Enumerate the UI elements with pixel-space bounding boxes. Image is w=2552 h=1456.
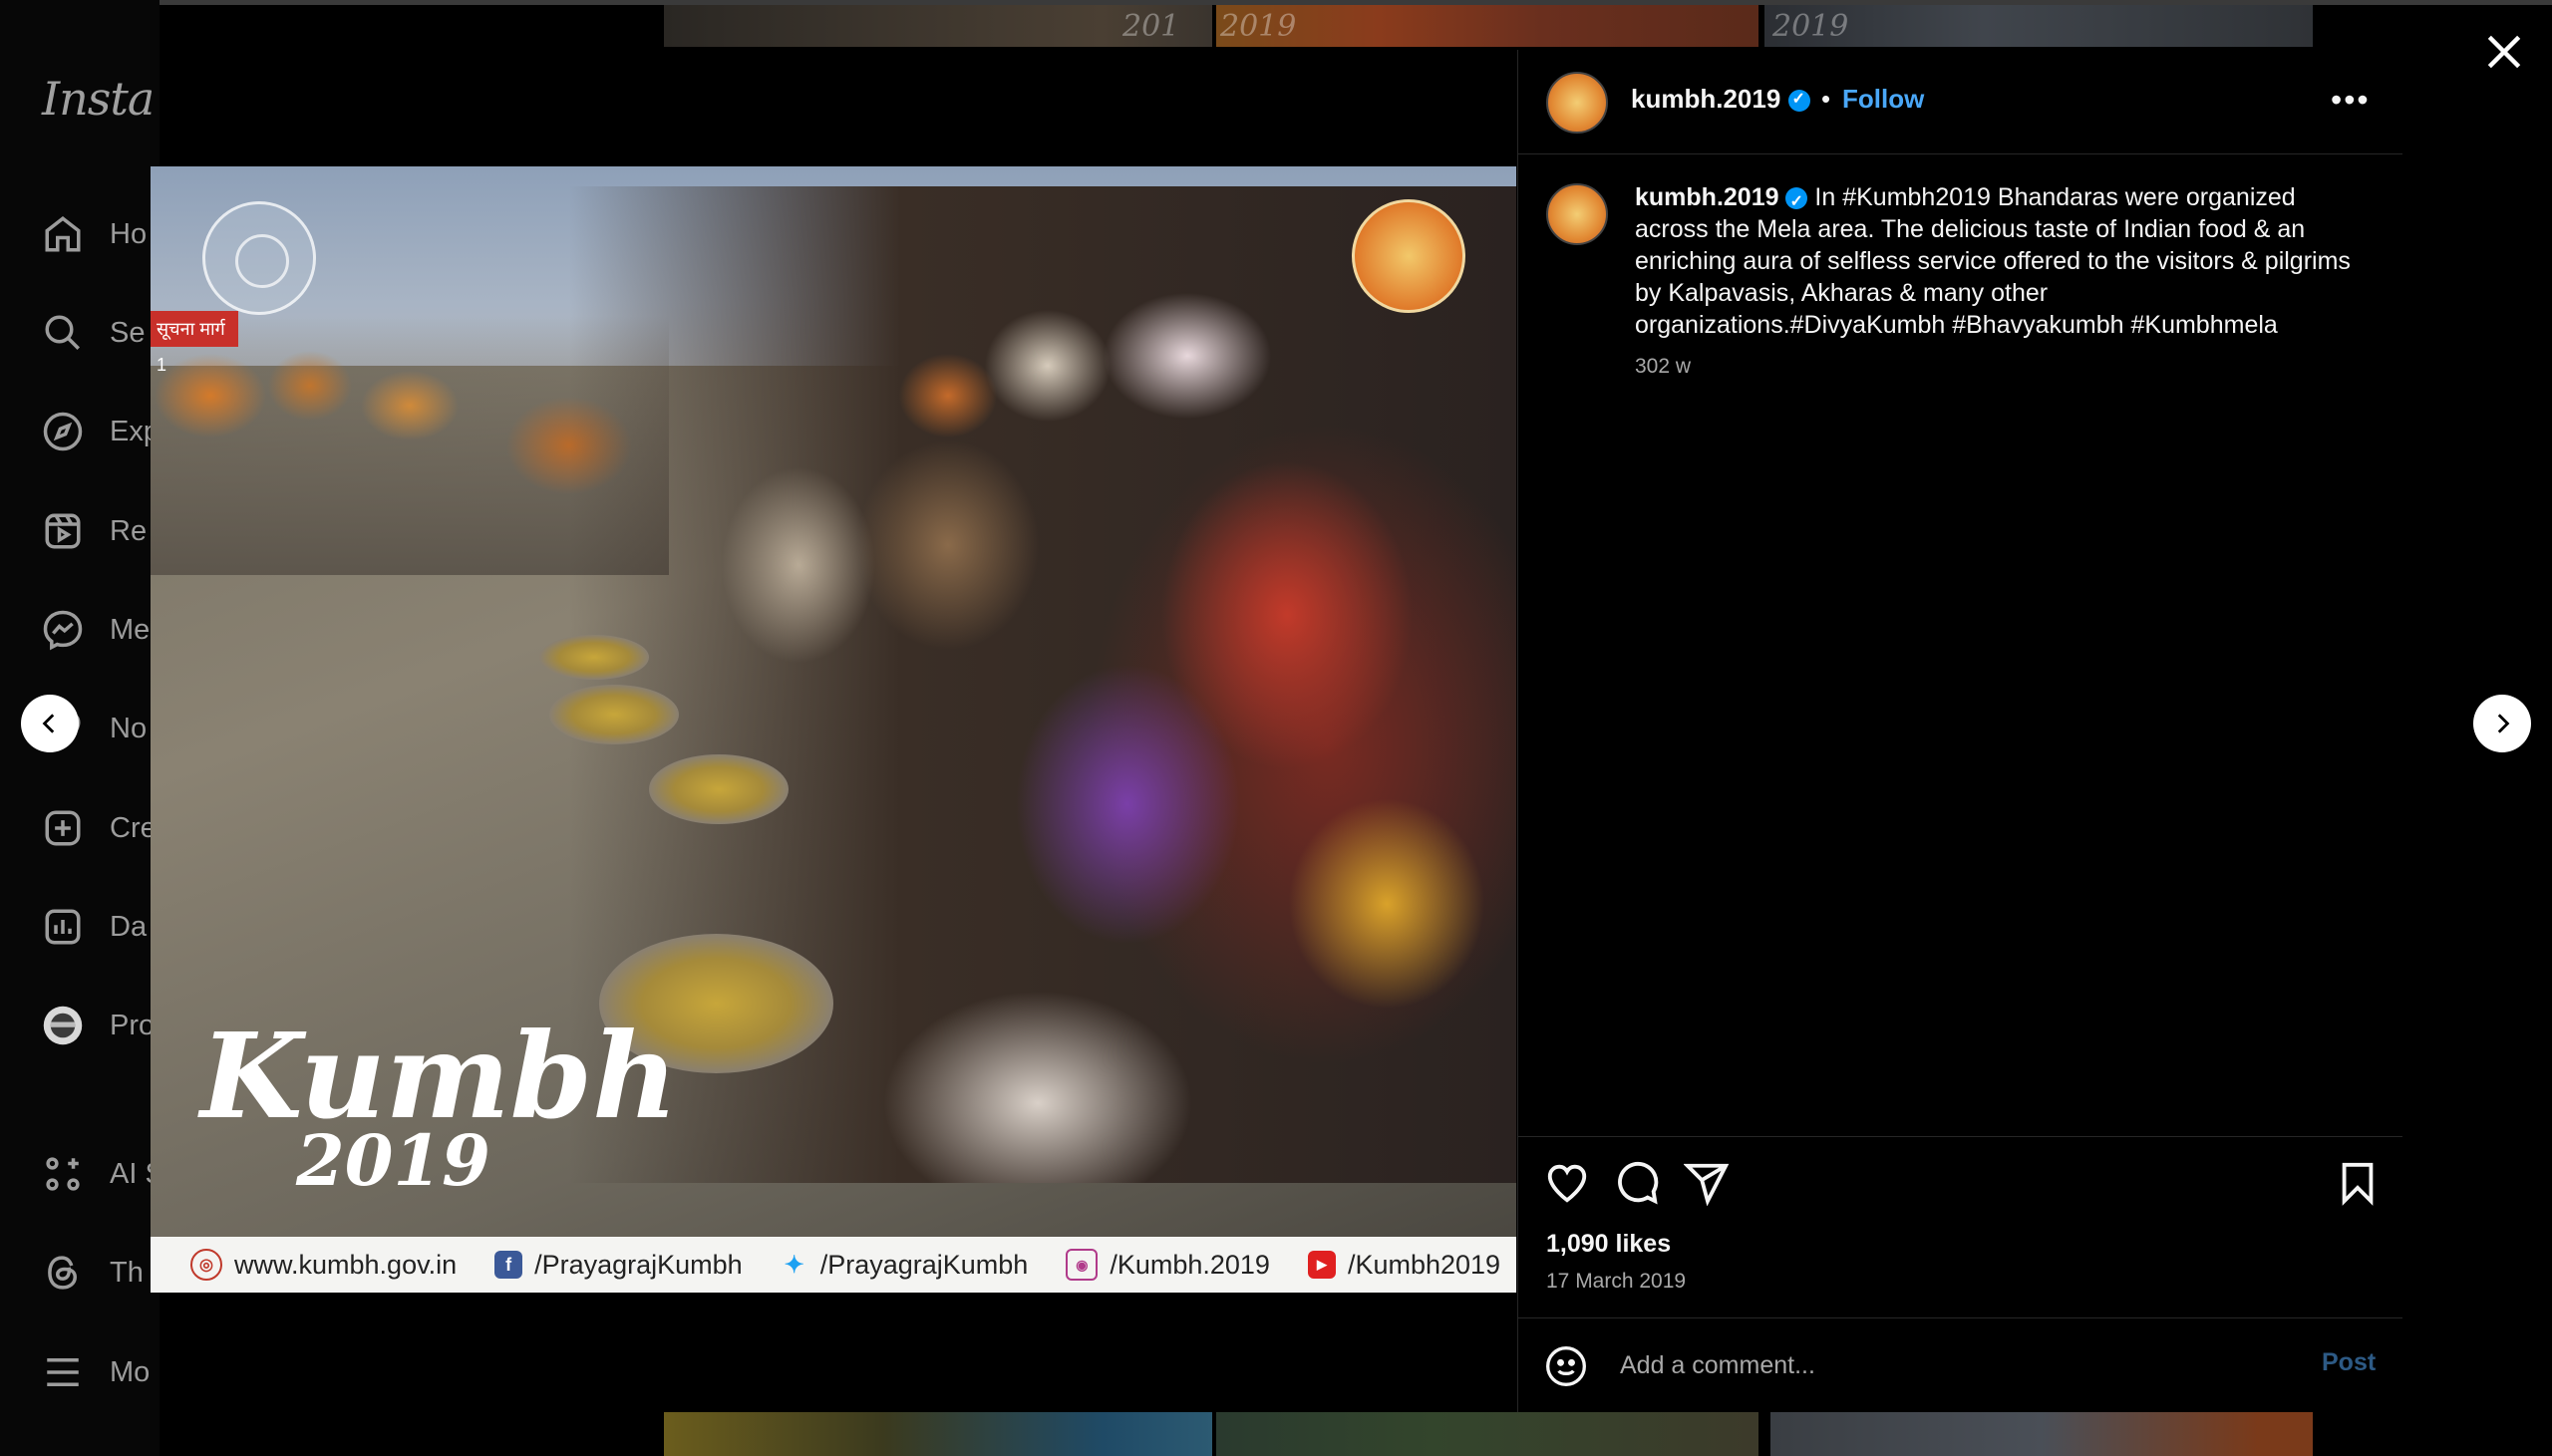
footer-link: f/PrayagrajKumbh (494, 1250, 743, 1281)
feed-thumbnail[interactable]: 2019 (1216, 5, 1758, 47)
footer-link: ◎ www.kumbh.gov.in (190, 1249, 457, 1281)
previous-post-button[interactable] (21, 695, 79, 752)
sidebar-item-label: Exp (110, 415, 152, 447)
food-plate (649, 754, 789, 824)
sidebar-item-threads[interactable]: Th (42, 1248, 152, 1298)
feed-thumbnail[interactable] (664, 1412, 1212, 1456)
post-header: kumbh.2019 • Follow ••• (1518, 50, 2402, 154)
emoji-icon[interactable] (1544, 1344, 1588, 1388)
avatar[interactable] (1546, 72, 1608, 134)
verified-badge-icon (1787, 89, 1810, 113)
facebook-icon: f (494, 1251, 523, 1279)
route-sign: सूचना मार्ग 1 (151, 311, 238, 375)
username-link[interactable]: kumbh.2019 (1631, 84, 1810, 115)
sidebar-item-search[interactable]: Se (42, 308, 152, 358)
footer-link-text: /PrayagrajKumbh (819, 1249, 1029, 1280)
food-plate (549, 685, 679, 744)
footer-link-text: /PrayagrajKumbh (534, 1249, 743, 1280)
instagram-icon: ◉ (1066, 1249, 1099, 1281)
sidebar-item-label: Re (110, 514, 148, 547)
like-heart-icon[interactable] (1544, 1160, 1590, 1206)
footer-link: ✦ /PrayagrajKumbh (781, 1250, 1029, 1281)
sidebar-item-ai-studio[interactable]: AI S (42, 1149, 152, 1199)
create-icon (45, 810, 81, 846)
brand-line: Kumbh (200, 1007, 678, 1145)
avatar[interactable] (1546, 183, 1608, 245)
youtube-icon: ▶ (1307, 1251, 1336, 1279)
food-plate (539, 635, 649, 680)
globe-icon: ◎ (190, 1249, 222, 1281)
image-footer-links: ◎ www.kumbh.gov.in f/PrayagrajKumbh ✦ /Pra… (151, 1237, 1516, 1293)
sidebar-item-profile[interactable]: Pro (42, 1001, 152, 1050)
menu-icon (47, 1358, 79, 1386)
separator-dot: • (1821, 84, 1831, 114)
post-details-panel: kumbh.2019 • Follow ••• kumbh.2019 In #K… (1517, 50, 2402, 1412)
next-post-button[interactable] (2473, 695, 2531, 752)
feed-thumbnail[interactable]: 2019 (1764, 5, 2313, 47)
comment-icon[interactable] (1614, 1160, 1660, 1206)
footer-link: ◉ /Kumbh.2019 (1066, 1249, 1270, 1281)
verified-badge-icon (1785, 186, 1808, 218)
dashboard-icon (45, 909, 81, 945)
thumbnail-caption: 201 (1122, 9, 1180, 44)
sidebar-item-create[interactable]: Cre (42, 803, 152, 853)
ai-studio-icon (46, 1157, 80, 1191)
likes-count[interactable]: 1,090 likes (1546, 1230, 1671, 1259)
close-icon[interactable] (2482, 30, 2526, 74)
government-emblem (202, 201, 316, 315)
kumbh-brand-mark: Kumbh 2019 (200, 1007, 678, 1195)
footer-link-text: /Kumbh.2019 (1110, 1249, 1270, 1280)
sidebar-item-label: AI S (110, 1157, 152, 1190)
profile-icon (43, 1006, 83, 1045)
sidebar-item-label: Me (110, 613, 151, 646)
footer-link-text: www.kumbh.gov.in (234, 1249, 458, 1280)
reels-icon (45, 513, 81, 549)
post-date: 17 March 2019 (1546, 1270, 1687, 1293)
comment-input[interactable] (1618, 1344, 2260, 1386)
explore-icon (43, 412, 83, 451)
chevron-left-icon (42, 714, 55, 733)
sidebar-item-messages[interactable]: Me (42, 605, 152, 655)
messenger-icon (43, 610, 83, 651)
footer-link: ▶ /Kumbh2019 (1307, 1249, 1501, 1281)
sidebar-item-reels[interactable]: Re (42, 506, 152, 556)
sidebar-item-label: Se (110, 316, 146, 349)
threads-icon (48, 1256, 78, 1290)
sidebar-item-label: Mo (110, 1355, 151, 1388)
post-image[interactable]: सूचना मार्ग 1 Kumbh 2019 ◎ www.kumbh.gov.… (151, 166, 1516, 1293)
kumbh-badge (1352, 199, 1465, 313)
thumbnail-caption: 2019 (1220, 9, 1297, 44)
caption-username[interactable]: kumbh.2019 (1635, 183, 1779, 211)
more-options-icon[interactable]: ••• (2331, 82, 2371, 119)
sidebar-item-dashboard[interactable]: Da (42, 902, 152, 952)
follow-button[interactable]: Follow (1842, 84, 1924, 115)
sidebar-item-label: Pro (110, 1009, 152, 1041)
feed-thumbnail[interactable] (1770, 1412, 2313, 1456)
thumbnail-caption: 2019 (1772, 9, 1849, 44)
username: kumbh.2019 (1631, 84, 1781, 114)
home-icon (45, 216, 81, 252)
twitter-icon: ✦ (784, 1251, 804, 1279)
sidebar-item-label: Da (110, 910, 148, 943)
sidebar-item-label: No (110, 712, 148, 744)
sidebar-item-label: Ho (110, 217, 148, 250)
sidebar-item-explore[interactable]: Exp (42, 407, 152, 456)
feed-thumbnail[interactable]: 201 (664, 5, 1212, 47)
sidebar-item-more[interactable]: Mo (42, 1347, 152, 1397)
footer-link-text: /Kumbh2019 (1347, 1249, 1501, 1280)
share-icon[interactable] (1684, 1160, 1730, 1206)
instagram-logo[interactable]: Instag (42, 72, 152, 126)
sidebar-item-label: Cre (110, 811, 152, 844)
sidebar-item-label: Th (110, 1256, 144, 1289)
comment-bar: Post (1518, 1317, 2402, 1413)
feed-thumbnail[interactable] (1216, 1412, 1758, 1456)
sidebar-item-home[interactable]: Ho (42, 209, 152, 259)
post-caption: kumbh.2019 In #Kumbh2019 Bhandaras were … (1635, 181, 2363, 341)
post-relative-time[interactable]: 302 w (1635, 355, 1691, 379)
save-bookmark-icon[interactable] (2335, 1160, 2381, 1206)
search-icon (45, 315, 80, 350)
chevron-right-icon (2497, 714, 2510, 733)
post-comment-button[interactable]: Post (2322, 1348, 2376, 1377)
